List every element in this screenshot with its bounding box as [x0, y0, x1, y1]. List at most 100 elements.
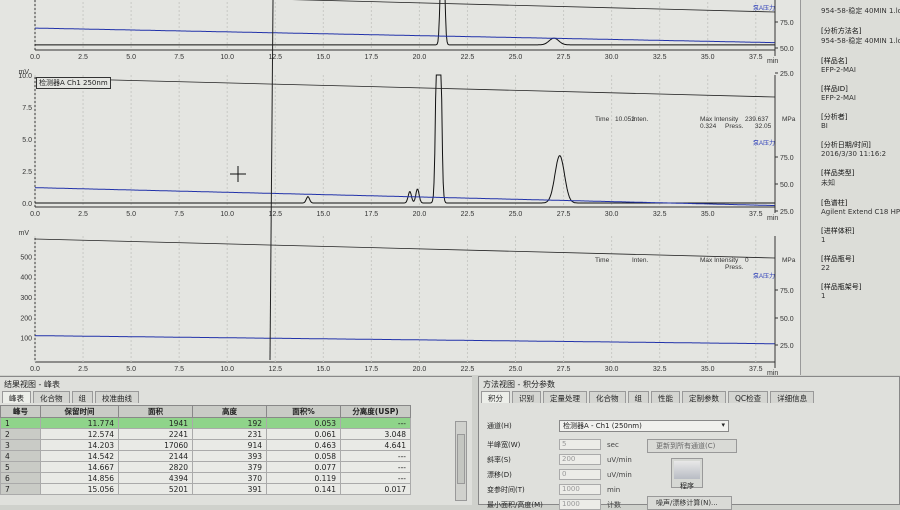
method-tab[interactable]: 组: [627, 391, 649, 403]
table-cell: 0.053: [266, 417, 341, 429]
x-tick-label: 27.5: [557, 54, 571, 61]
sample-info-value: 954-58-稳定 40MIN 1.lcm: [821, 37, 900, 45]
x-tick-label: 5.0: [126, 366, 136, 373]
results-tab[interactable]: 峰表: [2, 391, 31, 403]
table-cell: 7: [0, 483, 41, 495]
right-tick-label: 25.0: [780, 343, 794, 350]
table-row[interactable]: 4 14.542 2144 393 0.058 ---: [0, 450, 411, 462]
table-cell: 0.141: [266, 483, 341, 495]
x-tick-label: 32.5: [653, 366, 667, 373]
column-header[interactable]: 高度: [192, 405, 267, 418]
column-header[interactable]: 面积%: [266, 405, 341, 418]
table-row[interactable]: 2 12.574 2241 231 0.061 3.048: [0, 428, 411, 440]
method-tab[interactable]: 详细信息: [770, 391, 815, 403]
x-tick-label: 7.5: [174, 366, 184, 373]
table-cell: 14.856: [40, 472, 119, 484]
table-cell: 3.048: [340, 428, 411, 440]
table-row[interactable]: 6 14.856 4394 370 0.119 ---: [0, 472, 411, 484]
channel-select[interactable]: 检测器A - Ch1 (250nm) ▾: [559, 420, 729, 432]
sample-info-value: 22: [821, 264, 830, 272]
field-input[interactable]: 5: [559, 439, 601, 450]
sample-info-label: [样品瓶架号]: [821, 283, 862, 291]
method-tab[interactable]: 定制参数: [682, 391, 726, 403]
results-tab[interactable]: 校准曲线: [95, 391, 139, 403]
results-tabs: 峰表 化合物组校准曲线: [0, 391, 472, 403]
scrollbar-thumb[interactable]: [457, 434, 465, 484]
x-tick-label: 7.5: [174, 54, 184, 61]
y-tick-label: 500: [20, 254, 32, 261]
chromatogram-panel-1[interactable]: 0.0 2.5 5.0 7.5 10.0 12.5 15.0 17.5 20.0 22.5 25.0…: [30, 0, 794, 78]
table-row[interactable]: 7 15.056 5201 391 0.141 0.017: [0, 483, 411, 495]
table-row[interactable]: 1 11.774 1941 192 0.053 ---: [0, 417, 411, 429]
trace-pressure: [35, 27, 775, 44]
sample-info-item: [进样体积] 1: [821, 226, 896, 244]
field-input[interactable]: 1000: [559, 484, 601, 495]
x-tick-label: 32.5: [653, 211, 667, 218]
field-label: 斜率(S): [487, 455, 511, 464]
readout-time-label: Time: [595, 257, 610, 264]
column-header[interactable]: 保留时间: [40, 405, 119, 418]
sample-info-panel: 954-58-稳定 40MIN 1.lcm [分析方法名] 954-58-稳定 4…: [800, 0, 900, 375]
y-tick-label: 7.5: [22, 105, 32, 112]
panel-border-line: [34, 238, 776, 259]
x-tick-label: 5.0: [126, 54, 136, 61]
right-tick-label: 50.0: [780, 46, 794, 53]
table-cell: 11.774: [40, 417, 119, 429]
column-header[interactable]: 峰号: [0, 405, 41, 418]
method-tab[interactable]: 积分: [481, 391, 510, 403]
x-unit-label: min: [767, 370, 778, 375]
right-tick-label: 50.0: [780, 182, 794, 189]
sample-info-item: [样品ID] EFP-2-MAI: [821, 84, 896, 102]
sample-info-value: 1: [821, 292, 826, 300]
update-all-channels-button[interactable]: 更新到所有通道(C): [647, 439, 737, 453]
field-input[interactable]: 200: [559, 454, 601, 465]
column-header[interactable]: 面积: [118, 405, 193, 418]
y-axis-label: mV: [19, 69, 30, 76]
crosshair-cursor-icon: [230, 166, 246, 182]
sample-info-label: [进样体积]: [821, 227, 855, 235]
field-unit: min: [607, 485, 621, 494]
x-tick-label: 30.0: [605, 366, 619, 373]
sample-info-label: [分析日期/时间]: [821, 141, 871, 149]
method-tab[interactable]: QC检查: [728, 391, 769, 403]
table-cell: 914: [192, 439, 267, 451]
sample-info-item: [样品类型] 未知: [821, 168, 896, 188]
y-tick-label: 400: [20, 275, 32, 282]
peak-table: 峰号 保留时间 面积 高度 面积% 分离度(USP) 1 11.774 1941 192 0.053…: [0, 405, 411, 495]
pump-pressure-badge: 泵A压力: [753, 139, 775, 147]
table-row[interactable]: 3 14.203 17060 914 0.463 4.641: [0, 439, 411, 451]
method-tab[interactable]: 识别: [512, 391, 541, 403]
table-cell: 2241: [118, 428, 193, 440]
method-tab[interactable]: 定量处理: [543, 391, 587, 403]
x-tick-label: 37.5: [749, 211, 763, 218]
table-cell: 0.017: [340, 483, 411, 495]
x-tick-label: 7.5: [174, 211, 184, 218]
x-tick-label: 22.5: [461, 366, 475, 373]
method-tab[interactable]: 性能: [651, 391, 680, 403]
chromatogram-panel-2[interactable]: 0.0 2.5 5.0 7.5 10.0 12.5 15.0 17.5 20.0 22.5 25.0…: [18, 69, 795, 222]
field-unit: sec: [607, 440, 619, 449]
results-tab[interactable]: 组: [71, 391, 93, 403]
program-button[interactable]: 程序: [671, 458, 703, 490]
field-input[interactable]: 0: [559, 469, 601, 480]
table-scrollbar[interactable]: [455, 421, 467, 501]
sample-info-value: Agilent Extend C18 HPI-1Z-1505: [821, 208, 900, 216]
chromatogram-panel-3[interactable]: 0.0 2.5 5.0 7.5 10.0 12.5 15.0 17.5 20.0 22.5 25.0…: [19, 230, 796, 377]
right-tick-label: 50.0: [780, 316, 794, 323]
column-header[interactable]: 分离度(USP): [340, 405, 411, 418]
noise-drift-button[interactable]: 噪声/漂移计算(N)...: [647, 496, 732, 510]
x-tick-label: 37.5: [749, 54, 763, 61]
table-row[interactable]: 5 14.667 2820 379 0.077 ---: [0, 461, 411, 473]
method-tab[interactable]: 化合物: [589, 391, 626, 403]
chromatogram-svg[interactable]: 0.0 2.5 5.0 7.5 10.0 12.5 15.0 17.5 20.0 22.5 25.0…: [0, 0, 800, 377]
field-label: 漂移(D): [487, 470, 512, 479]
table-cell: 231: [192, 428, 267, 440]
table-cell: 391: [192, 483, 267, 495]
table-cell: ---: [340, 461, 411, 473]
detector-label: 检测器A Ch1 250nm: [36, 77, 111, 89]
readout-press-label: Press.: [725, 264, 744, 271]
chromatogram-area[interactable]: 0.0 2.5 5.0 7.5 10.0 12.5 15.0 17.5 20.0 22.5 25.0…: [0, 0, 800, 377]
readout-inten: 0.324: [700, 123, 717, 130]
results-tab[interactable]: 化合物: [33, 391, 70, 403]
x-tick-label: 20.0: [413, 211, 427, 218]
